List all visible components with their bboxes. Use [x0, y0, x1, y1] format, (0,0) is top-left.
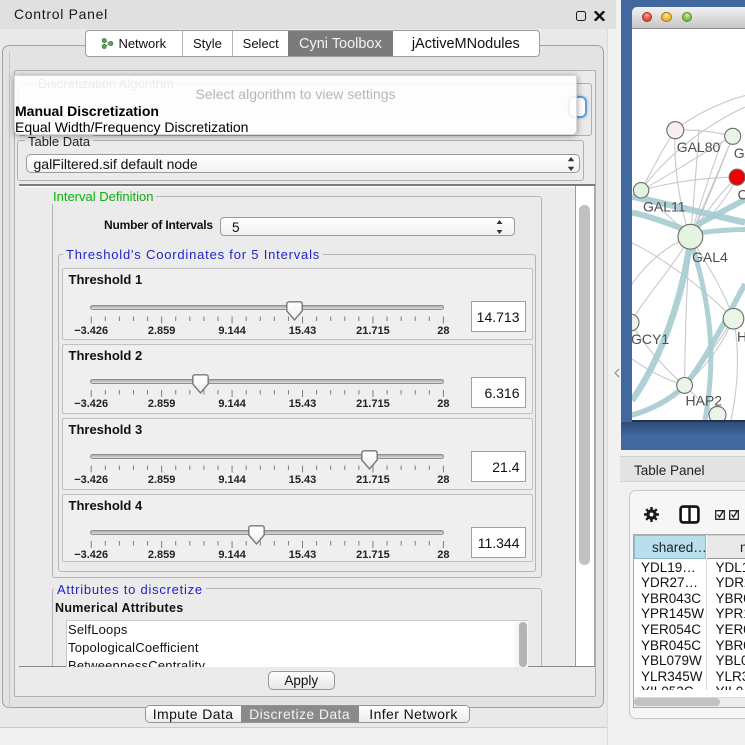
- svg-text:GAL4: GAL4: [692, 249, 728, 265]
- svg-text:H: H: [737, 328, 745, 344]
- svg-text:HAP2: HAP2: [686, 392, 723, 408]
- svg-text:GA: GA: [734, 145, 745, 161]
- svg-text:GCY1: GCY1: [632, 331, 669, 347]
- svg-text:GAL11: GAL11: [643, 198, 686, 214]
- svg-text:C: C: [738, 186, 745, 202]
- svg-text:GAL80: GAL80: [677, 139, 721, 155]
